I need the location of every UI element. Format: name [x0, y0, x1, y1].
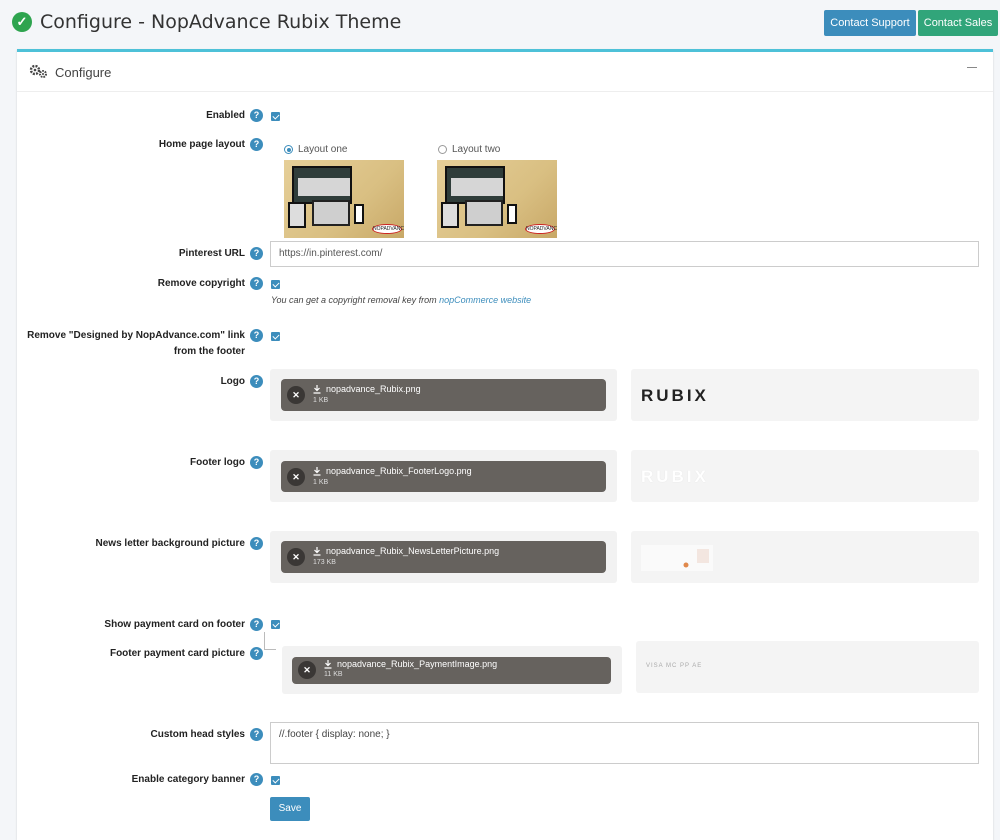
- question-icon[interactable]: ?: [250, 728, 263, 741]
- question-icon[interactable]: ?: [250, 773, 263, 786]
- newsletter-preview: [631, 531, 979, 583]
- footer-logo-preview: RUBIX: [631, 450, 979, 502]
- download-icon: [313, 385, 321, 394]
- rubix-footer-logo: RUBIX: [641, 467, 709, 486]
- rubix-logo: RUBIX: [641, 386, 709, 405]
- question-icon[interactable]: ?: [250, 537, 263, 550]
- logo-file-chip: ✕ nopadvance_Rubix.png 1 KB: [281, 379, 606, 411]
- close-icon[interactable]: ✕: [298, 661, 316, 679]
- question-icon[interactable]: ?: [250, 138, 263, 151]
- download-icon: [313, 467, 321, 476]
- payment-picture-upload[interactable]: ✕ nopadvance_Rubix_PaymentImage.png 11 K…: [282, 646, 622, 694]
- footer-logo-file-size: 1 KB: [313, 479, 329, 486]
- payment-cards-image: VISA MC PP AE: [646, 663, 703, 669]
- payment-file-name: nopadvance_Rubix_PaymentImage.png: [337, 659, 498, 669]
- save-button[interactable]: Save: [270, 797, 310, 821]
- show-payment-checkbox[interactable]: [271, 620, 280, 629]
- show-payment-label: Show payment card on footer: [104, 619, 245, 630]
- question-icon[interactable]: ?: [250, 109, 263, 122]
- nopcommerce-link[interactable]: nopCommerce website: [439, 295, 531, 305]
- category-banner-label: Enable category banner: [131, 774, 245, 785]
- footer-logo-file-name: nopadvance_Rubix_FooterLogo.png: [326, 466, 472, 476]
- layout-one-label: Layout one: [298, 144, 348, 155]
- remove-copyright-label: Remove copyright: [157, 278, 245, 289]
- home-layout-label: Home page layout: [158, 139, 245, 150]
- layout-two-label: Layout two: [452, 144, 501, 155]
- payment-file-chip: ✕ nopadvance_Rubix_PaymentImage.png 11 K…: [292, 657, 611, 684]
- page-title: Configure - NopAdvance Rubix Theme: [40, 11, 402, 33]
- category-banner-checkbox[interactable]: [271, 776, 280, 785]
- layout-one-preview[interactable]: NOPADVANCE: [284, 160, 404, 238]
- pinterest-label: Pinterest URL: [178, 248, 245, 259]
- footer-logo-label: Footer logo: [190, 457, 245, 468]
- logo-preview: RUBIX: [631, 369, 979, 421]
- custom-styles-textarea[interactable]: //.footer { display: none; }: [270, 722, 979, 764]
- panel-header[interactable]: Configure: [17, 52, 993, 92]
- payment-preview: VISA MC PP AE: [636, 641, 979, 693]
- remove-copyright-checkbox[interactable]: [271, 280, 280, 289]
- minus-icon[interactable]: [967, 67, 977, 68]
- newsletter-label: News letter background picture: [95, 538, 245, 549]
- layout-two-radio[interactable]: [438, 145, 447, 154]
- newsletter-thumbnail: [641, 545, 713, 571]
- nopadvance-badge: NOPADVANCE: [525, 224, 557, 234]
- logo-file-size: 1 KB: [313, 397, 329, 404]
- close-icon[interactable]: ✕: [287, 386, 305, 404]
- logo-upload[interactable]: ✕ nopadvance_Rubix.png 1 KB: [270, 369, 617, 421]
- copyright-hint: You can get a copyright removal key from…: [271, 295, 532, 305]
- contact-sales-button[interactable]: Contact Sales: [918, 10, 998, 36]
- panel-title: Configure: [55, 65, 112, 80]
- contact-support-button[interactable]: Contact Support: [824, 10, 916, 36]
- newsletter-file-chip: ✕ nopadvance_Rubix_NewsLetterPicture.png…: [281, 541, 606, 573]
- question-icon[interactable]: ?: [250, 329, 263, 342]
- newsletter-file-name: nopadvance_Rubix_NewsLetterPicture.png: [326, 546, 500, 556]
- newsletter-file-size: 173 KB: [313, 559, 336, 566]
- footer-logo-upload[interactable]: ✕ nopadvance_Rubix_FooterLogo.png 1 KB: [270, 450, 617, 502]
- page-header: ✓ Configure - NopAdvance Rubix Theme Con…: [0, 0, 1000, 46]
- question-icon[interactable]: ?: [250, 647, 263, 660]
- close-icon[interactable]: ✕: [287, 468, 305, 486]
- download-icon: [313, 547, 321, 556]
- question-icon[interactable]: ?: [250, 456, 263, 469]
- pinterest-url-input[interactable]: https://in.pinterest.com/: [270, 241, 979, 267]
- question-icon[interactable]: ?: [250, 618, 263, 631]
- newsletter-upload[interactable]: ✕ nopadvance_Rubix_NewsLetterPicture.png…: [270, 531, 617, 583]
- payment-picture-label: Footer payment card picture: [109, 648, 245, 659]
- question-icon[interactable]: ?: [250, 247, 263, 260]
- custom-styles-label: Custom head styles: [150, 729, 245, 740]
- question-icon[interactable]: ?: [250, 277, 263, 290]
- logo-file-name: nopadvance_Rubix.png: [326, 384, 421, 394]
- logo-label: Logo: [220, 376, 245, 387]
- question-icon[interactable]: ?: [250, 375, 263, 388]
- gears-icon: [29, 64, 47, 78]
- nopadvance-badge: NOPADVANCE: [372, 224, 404, 234]
- close-icon[interactable]: ✕: [287, 548, 305, 566]
- remove-designed-checkbox[interactable]: [271, 332, 280, 341]
- footer-logo-file-chip: ✕ nopadvance_Rubix_FooterLogo.png 1 KB: [281, 461, 606, 492]
- layout-one-radio[interactable]: [284, 145, 293, 154]
- enabled-label: Enabled: [206, 110, 245, 121]
- enabled-checkbox[interactable]: [271, 112, 280, 121]
- remove-designed-label: Remove "Designed by NopAdvance.com" link…: [27, 330, 245, 357]
- layout-two-preview[interactable]: NOPADVANCE: [437, 160, 557, 238]
- dependency-connector: [264, 632, 276, 650]
- payment-file-size: 11 KB: [324, 671, 343, 678]
- download-icon: [324, 660, 332, 669]
- check-circle-icon: ✓: [12, 12, 32, 32]
